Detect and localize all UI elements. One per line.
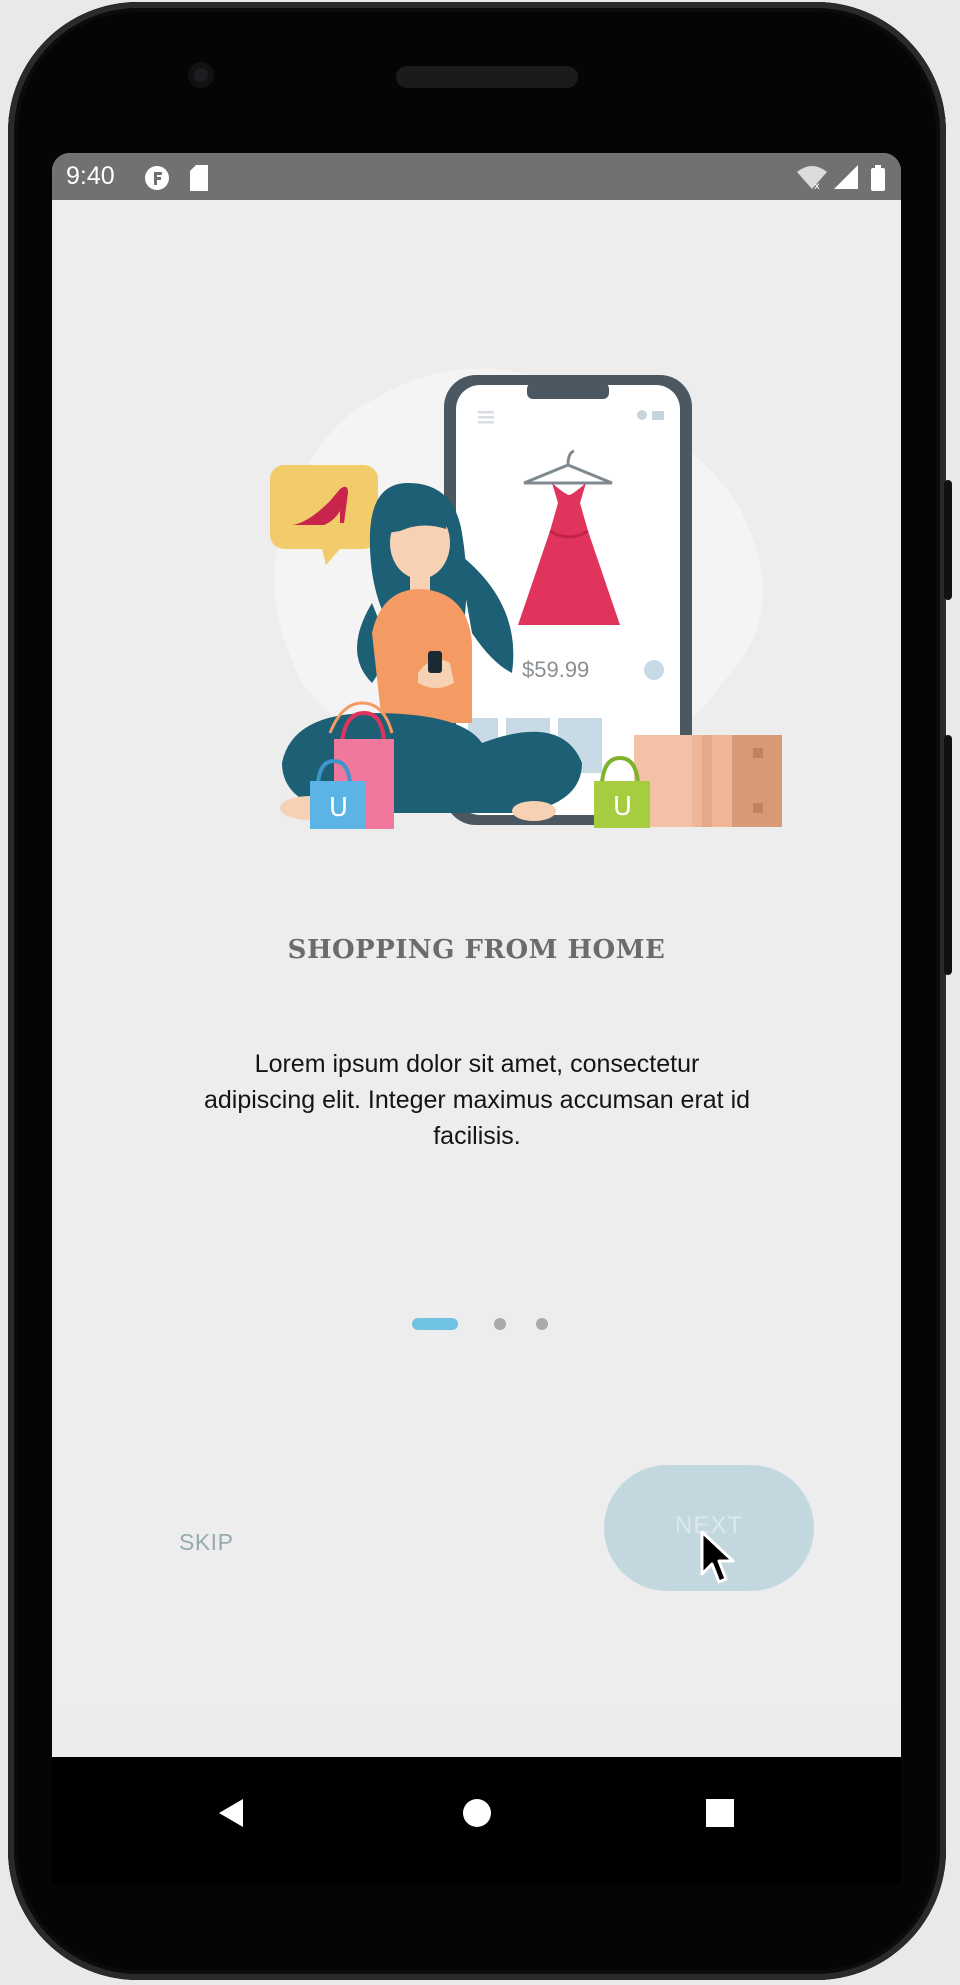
shopping-illustration: $59.99 U U [270,368,782,829]
back-icon[interactable] [217,1798,245,1828]
status-time: 9:40 [66,162,115,190]
power-button [944,480,952,600]
wifi-icon: x [797,166,827,189]
page-indicator-dot [536,1318,548,1330]
earpiece-speaker [396,66,578,88]
battery-icon [871,165,885,191]
navigation-bar [52,1757,901,1885]
bag-logo-green: U [613,792,632,822]
sim-card-icon [190,165,208,191]
recents-icon[interactable] [706,1799,734,1827]
page-indicator-dot-active [412,1318,458,1330]
status-bar: 9:40 x [52,153,901,200]
cardboard-boxes [634,735,782,827]
signal-icon [834,165,858,189]
product-price: $59.99 [522,657,589,682]
volume-button [944,735,952,975]
page-indicator-dot [494,1318,506,1330]
bag-logo-blue: U [329,793,348,823]
home-icon[interactable] [462,1798,492,1828]
notification-f-icon [145,166,169,190]
screen: 9:40 x $59.99 U U SHOPPING FROM HOME Lor… [52,153,901,1757]
front-camera [188,62,214,88]
page-indicator [412,1315,612,1335]
page-title: SHOPPING FROM HOME [287,935,666,965]
skip-button[interactable]: SKIP [179,1529,233,1556]
page-description: Lorem ipsum dolor sit amet, consectetur … [203,1050,751,1150]
mouse-cursor-icon [700,1530,735,1584]
svg-text:x: x [814,181,820,189]
